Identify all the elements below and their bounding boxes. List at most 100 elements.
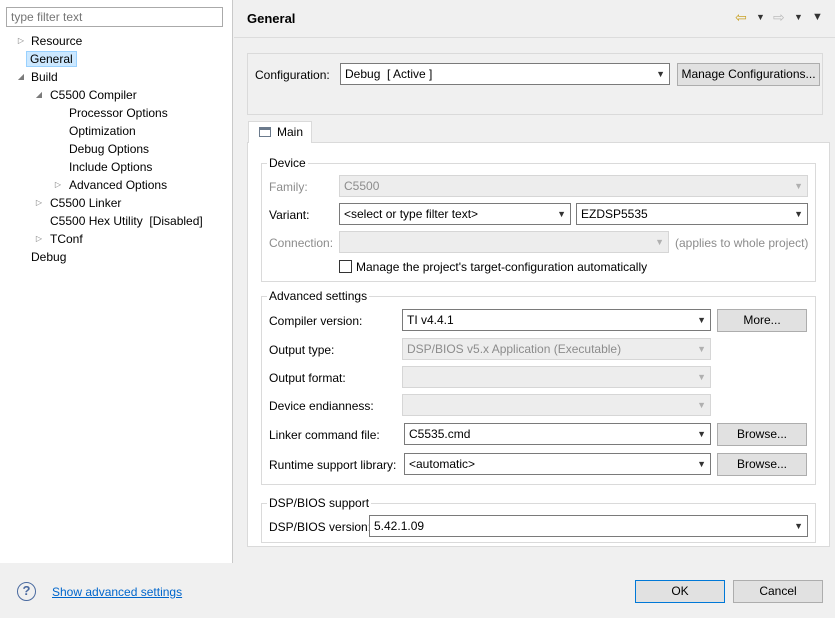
tab-label: Main: [277, 125, 304, 139]
compiler-version-select[interactable]: TI v4.4.1 ▼: [402, 309, 711, 331]
filter-input[interactable]: [6, 7, 223, 27]
tree-item-c5500-hex-utility[interactable]: C5500 Hex Utility [Disabled]: [47, 212, 206, 230]
dspbios-version-label: DSP/BIOS version:: [269, 520, 372, 534]
variant-select[interactable]: EZDSP5535 ▼: [576, 203, 808, 225]
chevron-down-icon: ▼: [697, 459, 706, 469]
tree-item-c5500-linker[interactable]: ▷ C5500 Linker: [34, 194, 124, 212]
dspbios-group-title: DSP/BIOS support: [267, 496, 372, 510]
tree-item-resource[interactable]: ▷ Resource: [16, 32, 85, 50]
tree-item-label: Advanced Options: [69, 178, 168, 192]
chevron-down-icon: ▼: [697, 400, 706, 410]
tree-item-label: Build: [31, 70, 58, 84]
manage-target-config-label[interactable]: Manage the project's target-configuratio…: [356, 259, 647, 275]
output-type-label: Output type:: [269, 343, 335, 357]
chevron-down-icon: ▼: [794, 181, 803, 191]
chevron-down-icon: ▼: [794, 209, 803, 219]
family-select: C5500 ▼: [339, 175, 808, 197]
expand-arrow-icon[interactable]: ▷: [34, 230, 44, 248]
linker-command-file-select[interactable]: C5535.cmd ▼: [404, 423, 711, 445]
back-dropdown-icon[interactable]: ▼: [756, 12, 765, 22]
connection-select: ▼: [339, 231, 669, 253]
device-group-title: Device: [267, 156, 308, 170]
more-button[interactable]: More...: [717, 309, 807, 332]
expand-arrow-icon[interactable]: ▷: [34, 194, 44, 212]
variant-filter-select[interactable]: <select or type filter text> ▼: [339, 203, 571, 225]
family-value: C5500: [344, 179, 380, 193]
tree-item-optimization[interactable]: Optimization: [66, 122, 139, 140]
tree-item-label: Debug: [31, 250, 67, 264]
configuration-value: Debug [ Active ]: [345, 67, 433, 81]
runtime-library-label: Runtime support library:: [269, 458, 397, 472]
compiler-version-value: TI v4.4.1: [407, 313, 454, 327]
back-arrow-icon[interactable]: ⇦: [735, 9, 747, 26]
tree-item-tconf[interactable]: ▷ TConf: [34, 230, 86, 248]
runtime-browse-button[interactable]: Browse...: [717, 453, 807, 476]
variant-label: Variant:: [269, 208, 310, 222]
chevron-down-icon: ▼: [697, 429, 706, 439]
device-endianness-label: Device endianness:: [269, 399, 374, 413]
family-label: Family:: [269, 180, 308, 194]
tab-main[interactable]: Main: [248, 121, 312, 143]
tree-item-advanced-options[interactable]: ▷ Advanced Options: [53, 176, 170, 194]
tree-item-build[interactable]: ◢ Build: [16, 68, 61, 86]
chevron-down-icon: ▼: [697, 372, 706, 382]
tree-item-label: C5500 Linker: [50, 196, 122, 210]
manage-configurations-button[interactable]: Manage Configurations...: [677, 63, 820, 86]
tree-pane: ▷ Resource General ◢ Build ◢ C5500 Compi…: [0, 0, 233, 563]
dspbios-version-select[interactable]: 5.42.1.09 ▼: [369, 515, 808, 537]
variant-filter-text: <select or type filter text>: [344, 207, 479, 221]
forward-dropdown-icon[interactable]: ▼: [794, 12, 803, 22]
tree-item-label: Optimization: [69, 124, 136, 138]
tree-item-label: Include Options: [69, 160, 153, 174]
chevron-down-icon: ▼: [655, 237, 664, 247]
runtime-library-select[interactable]: <automatic> ▼: [404, 453, 711, 475]
tree-item-label: Debug Options: [69, 142, 150, 156]
tree-item-label: C5500 Compiler: [50, 88, 137, 102]
show-advanced-settings-link[interactable]: Show advanced settings: [52, 585, 182, 599]
dspbios-version-value: 5.42.1.09: [374, 519, 425, 533]
configuration-select[interactable]: Debug [ Active ] ▼: [340, 63, 670, 85]
linker-command-file-label: Linker command file:: [269, 428, 380, 442]
configuration-label: Configuration:: [255, 68, 330, 82]
tree-item-include-options[interactable]: Include Options: [66, 158, 155, 176]
tree-item-c5500-compiler[interactable]: ◢ C5500 Compiler: [34, 86, 140, 104]
expand-arrow-icon[interactable]: ▷: [53, 176, 63, 194]
chevron-down-icon: ▼: [697, 344, 706, 354]
view-menu-icon[interactable]: ▼: [812, 11, 823, 23]
output-type-select: DSP/BIOS v5.x Application (Executable) ▼: [402, 338, 711, 360]
cancel-button[interactable]: Cancel: [733, 580, 823, 603]
advanced-settings-title: Advanced settings: [267, 289, 370, 303]
compiler-version-label: Compiler version:: [269, 314, 363, 328]
chevron-down-icon: ▼: [697, 315, 706, 325]
chevron-down-icon: ▼: [656, 69, 665, 79]
collapse-arrow-icon[interactable]: ◢: [16, 68, 26, 86]
tree-item-processor-options[interactable]: Processor Options: [66, 104, 171, 122]
tree-item-general[interactable]: General: [26, 50, 77, 68]
device-endianness-select: ▼: [402, 394, 711, 416]
ok-button[interactable]: OK: [635, 580, 725, 603]
connection-note: (applies to whole project): [675, 236, 809, 250]
output-type-value: DSP/BIOS v5.x Application (Executable): [407, 342, 622, 356]
output-format-label: Output format:: [269, 371, 346, 385]
runtime-library-value: <automatic>: [409, 457, 476, 471]
main-tab-icon: [259, 127, 271, 137]
linker-browse-button[interactable]: Browse...: [717, 423, 807, 446]
chevron-down-icon: ▼: [557, 209, 566, 219]
tree-item-label: TConf: [50, 232, 83, 246]
collapse-arrow-icon[interactable]: ◢: [34, 86, 44, 104]
tree-item-label: C5500 Hex Utility [Disabled]: [50, 214, 203, 228]
tree-item-debug-options[interactable]: Debug Options: [66, 140, 152, 158]
page-title: General: [247, 11, 296, 26]
expand-arrow-icon[interactable]: ▷: [16, 32, 26, 50]
output-format-select: ▼: [402, 366, 711, 388]
help-icon[interactable]: ?: [17, 582, 36, 601]
forward-arrow-icon[interactable]: ⇨: [773, 9, 785, 26]
manage-target-config-checkbox[interactable]: [339, 260, 352, 273]
variant-value: EZDSP5535: [581, 207, 648, 221]
linker-command-file-value: C5535.cmd: [409, 427, 471, 441]
tree-item-label: Resource: [31, 34, 83, 48]
tree-item-label: Processor Options: [69, 106, 168, 120]
tree-item-label: General: [26, 51, 77, 67]
tree-item-debug[interactable]: Debug: [28, 248, 69, 266]
connection-label: Connection:: [269, 236, 334, 250]
